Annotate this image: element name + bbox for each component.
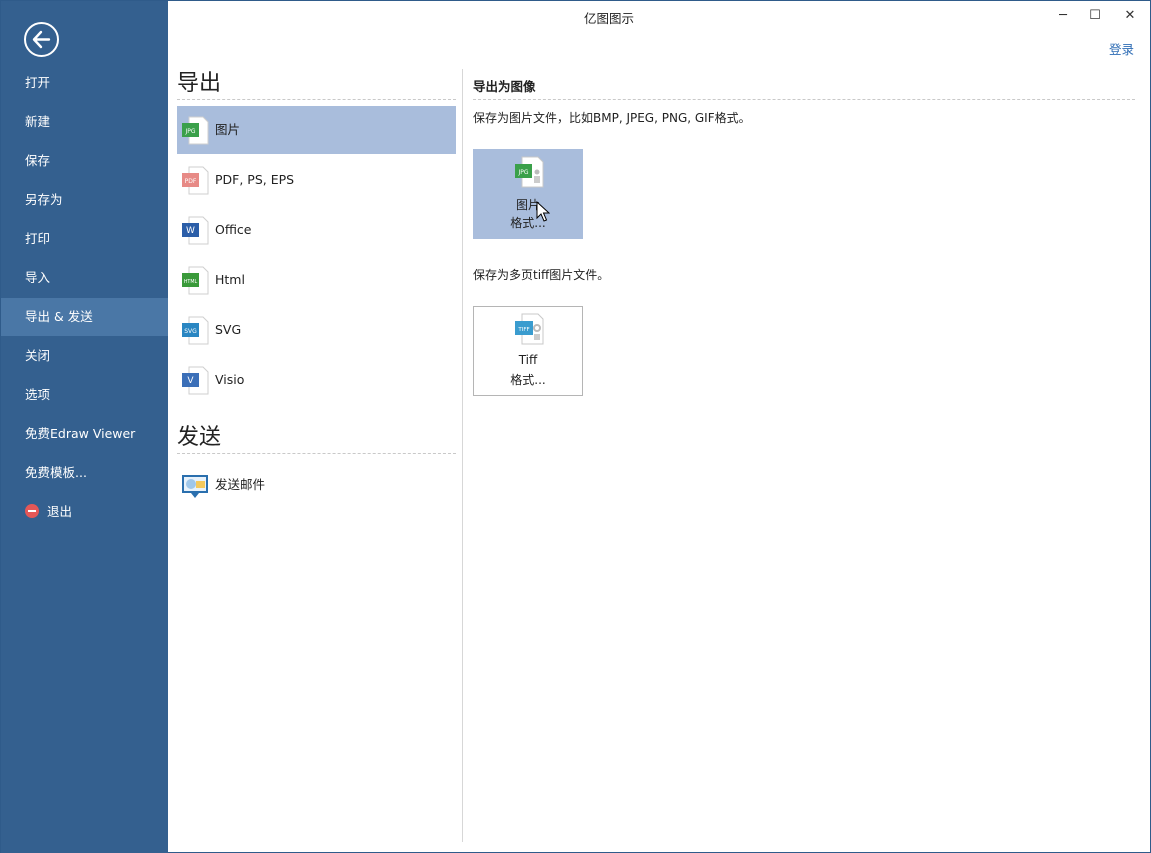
sidebar-item-label: 免费Edraw Viewer [25,426,136,441]
sidebar-item-1[interactable]: 新建 [1,103,168,141]
word-file-icon: W [182,216,209,245]
sidebar-item-7[interactable]: 关闭 [1,337,168,375]
send-mail-label: 发送邮件 [215,477,266,492]
window-title: 亿图图示 [583,11,634,26]
file-badge: PDF [185,178,197,185]
export-item-4[interactable]: SVG SVG [177,306,456,354]
tiff-format-line2: 格式... [510,373,546,387]
file-badge: HTML [184,279,198,285]
sidebar-item-label: 打开 [25,75,51,90]
divider [177,99,456,100]
sidebar-item-5[interactable]: 导入 [1,259,168,297]
file-badge: JPG [184,128,195,135]
sidebar-item-11[interactable]: 退出 [1,493,168,531]
file-badge: SVG [184,328,197,335]
file-badge: JPG [517,169,528,176]
visio-file-icon: V [182,366,209,395]
export-item-1[interactable]: PDF PDF, PS, EPS [177,156,456,204]
divider [473,99,1135,100]
export-item-label: PDF, PS, EPS [215,172,295,187]
file-badge: W [186,226,195,236]
sidebar-item-label: 新建 [25,114,51,129]
backstage-sidebar: 打开新建保存另存为打印导入导出 & 发送 关闭选项免费Edraw Viewer 免费… [1,1,168,853]
export-item-label: Office [215,222,252,237]
pdf-file-icon: PDF [182,166,209,195]
sidebar-item-0[interactable]: 打开 [1,64,168,102]
image-format-line1: 图片 [515,198,540,212]
export-item-label: 图片 [215,122,241,137]
tiff-format-button[interactable]: TIFF Tiff 格式... [473,306,583,396]
send-section-title: 发送 [177,425,222,450]
sidebar-item-label: 退出 [47,504,73,519]
minimize-button[interactable]: ─ [1049,5,1077,27]
export-item-label: SVG [215,322,242,337]
right-panel-heading: 导出为图像 [473,79,536,94]
sidebar-item-label: 选项 [25,387,51,402]
panel-separator [462,69,463,842]
sidebar-item-9[interactable]: 免费Edraw Viewer [1,415,168,453]
divider [177,453,456,454]
export-item-label: Visio [215,372,245,387]
sidebar-item-4[interactable]: 打印 [1,220,168,258]
mouse-cursor-icon [536,201,550,222]
sidebar-item-label: 关闭 [25,348,51,363]
export-section-title: 导出 [177,71,222,96]
sidebar-item-label: 另存为 [25,192,63,207]
export-item-label: Html [215,272,245,287]
tiff-format-line1: Tiff [518,353,538,367]
export-item-0[interactable]: JPG 图片 [177,106,456,154]
send-mail-icon [182,475,208,498]
send-mail-item[interactable]: 发送邮件 [177,461,456,509]
svg-file-icon: SVG [182,316,209,345]
app-window: 打开新建保存另存为打印导入导出 & 发送 关闭选项免费Edraw Viewer 免费… [0,0,1151,853]
file-badge: TIFF [517,327,529,333]
image-format-line2: 格式... [510,216,546,230]
file-badge: V [187,376,194,386]
exit-icon [25,504,39,518]
jpg-file-icon: JPG [515,156,544,188]
back-arrow-icon[interactable] [24,22,59,57]
maximize-button[interactable]: ☐ [1081,5,1109,27]
image-format-button[interactable]: JPG 图片 格式... [473,149,583,239]
image-format-description: 保存为图片文件，比如BMP, JPEG, PNG, GIF格式。 [473,111,751,125]
sidebar-item-label: 导入 [25,270,51,285]
tiff-file-icon: TIFF [515,313,544,345]
login-link[interactable]: 登录 [1109,39,1134,58]
sidebar-item-6[interactable]: 导出 & 发送 [1,298,168,336]
export-item-3[interactable]: HTML Html [177,256,456,304]
sidebar-item-label: 导出 & 发送 [25,309,93,324]
sidebar-item-10[interactable]: 免费模板... [1,454,168,492]
sidebar-item-2[interactable]: 保存 [1,142,168,180]
close-button[interactable]: ✕ [1116,5,1144,27]
sidebar-item-label: 免费模板... [25,465,87,480]
sidebar-item-8[interactable]: 选项 [1,376,168,414]
jpg-file-icon: JPG [182,116,209,145]
sidebar-item-label: 保存 [25,153,51,168]
tiff-format-description: 保存为多页tiff图片文件。 [473,268,610,282]
sidebar-item-label: 打印 [25,231,51,246]
sidebar-item-3[interactable]: 另存为 [1,181,168,219]
export-item-2[interactable]: W Office [177,206,456,254]
html-file-icon: HTML [182,266,209,295]
export-item-5[interactable]: V Visio [177,356,456,404]
